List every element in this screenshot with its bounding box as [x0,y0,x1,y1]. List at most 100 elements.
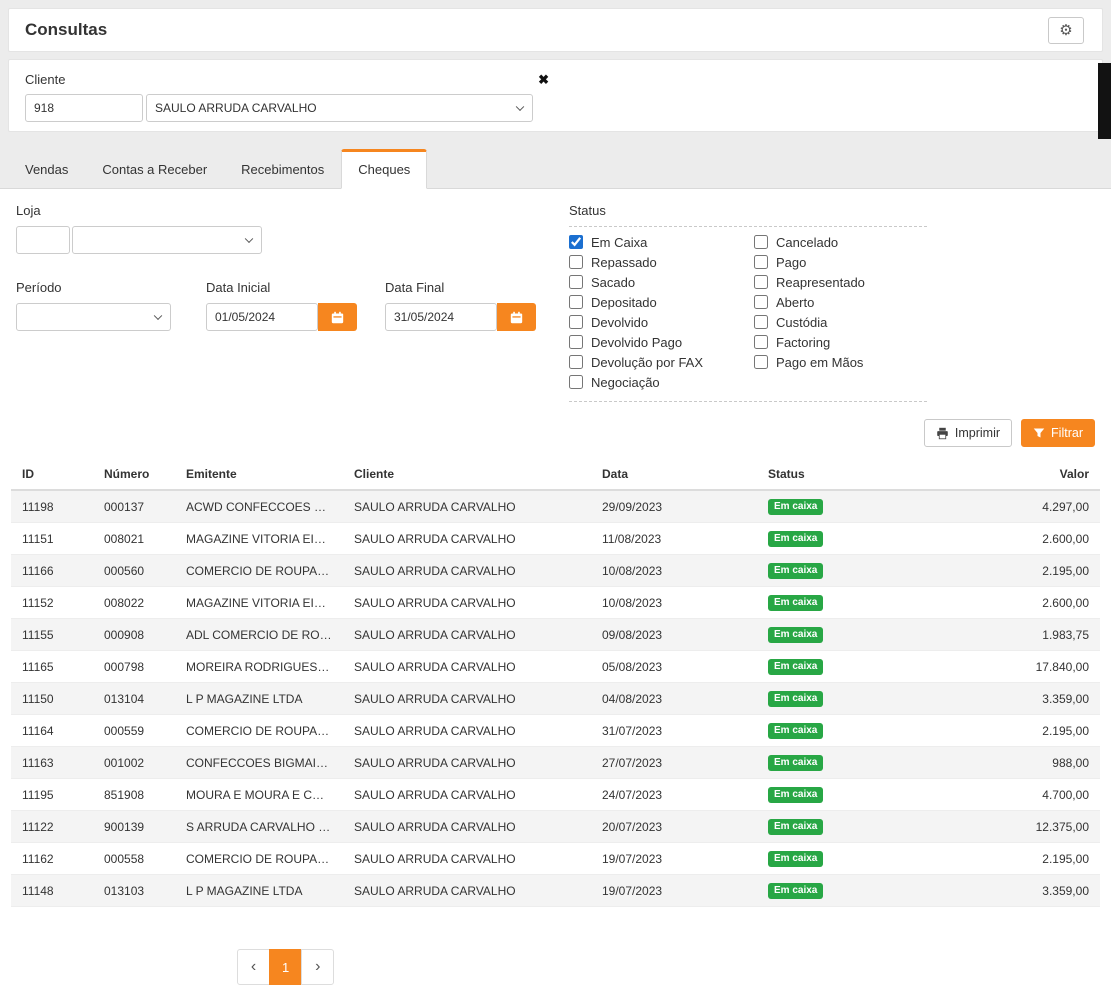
column-header-status: Status [757,459,917,490]
status-option[interactable]: Devolvido [569,315,754,329]
status-checkbox[interactable] [754,335,768,349]
tab-bar: Vendas Contas a Receber Recebimentos Che… [0,149,1111,189]
status-option[interactable]: Factoring [754,335,865,349]
status-checkbox[interactable] [569,255,583,269]
filtrar-button[interactable]: Filtrar [1021,419,1095,447]
status-option[interactable]: Cancelado [754,235,865,249]
settings-button[interactable]: ⚙ [1048,17,1084,44]
status-option[interactable]: Sacado [569,275,754,289]
tab-contas-a-receber[interactable]: Contas a Receber [85,149,224,189]
cell-id: 11164 [11,715,93,747]
cell-cliente: SAULO ARRUDA CARVALHO [343,747,591,779]
table-row[interactable]: 11148 013103 L P MAGAZINE LTDA SAULO ARR… [11,875,1100,907]
status-option[interactable]: Em Caixa [569,235,754,249]
status-checkbox[interactable] [569,375,583,389]
status-option[interactable]: Repassado [569,255,754,269]
actions-bar: Imprimir Filtrar [0,402,1111,459]
periodo-group: Período [16,280,171,331]
status-checkbox[interactable] [754,255,768,269]
table-row[interactable]: 11198 000137 ACWD CONFECCOES COMER… SAUL… [11,490,1100,523]
page-1-button[interactable]: 1 [269,949,302,985]
table-row[interactable]: 11195 851908 MOURA E MOURA E COM VAR… SA… [11,779,1100,811]
page-title: Consultas [25,20,107,40]
cell-valor: 4.297,00 [917,490,1100,523]
status-option-label: Sacado [591,275,635,290]
loja-label: Loja [16,203,569,218]
status-checkbox[interactable] [569,315,583,329]
cliente-select[interactable]: SAULO ARRUDA CARVALHO [146,94,533,122]
cell-numero: 000559 [93,715,175,747]
status-checkbox[interactable] [754,275,768,289]
cell-emitente: COMERCIO DE ROUPAS NOV… [175,715,343,747]
cell-data: 05/08/2023 [591,651,757,683]
table-row[interactable]: 11150 013104 L P MAGAZINE LTDA SAULO ARR… [11,683,1100,715]
cell-id: 11163 [11,747,93,779]
data-inicial-input[interactable] [206,303,318,331]
cell-numero: 000798 [93,651,175,683]
status-option[interactable]: Pago [754,255,865,269]
status-option-label: Aberto [776,295,814,310]
loja-code-input[interactable] [16,226,70,254]
cliente-label: Cliente [25,72,65,87]
data-inicial-calendar-button[interactable] [318,303,357,331]
status-option[interactable]: Depositado [569,295,754,309]
table-row[interactable]: 11164 000559 COMERCIO DE ROUPAS NOV… SAU… [11,715,1100,747]
status-checkbox[interactable] [569,235,583,249]
table-row[interactable]: 11163 001002 CONFECCOES BIGMAIS COM… SAU… [11,747,1100,779]
imprimir-button[interactable]: Imprimir [924,419,1012,447]
status-checkbox[interactable] [754,355,768,369]
cell-status: Em caixa [757,715,917,747]
cell-emitente: ACWD CONFECCOES COMER… [175,490,343,523]
status-badge: Em caixa [768,499,823,515]
cell-numero: 008021 [93,523,175,555]
status-option[interactable]: Devolução por FAX [569,355,754,369]
table-row[interactable]: 11162 000558 COMERCIO DE ROUPAS NOV… SAU… [11,843,1100,875]
table-row[interactable]: 11122 900139 S ARRUDA CARVALHO ME SAULO … [11,811,1100,843]
cell-numero: 000908 [93,619,175,651]
table-row[interactable]: 11166 000560 COMERCIO DE ROUPAS NOV… SAU… [11,555,1100,587]
status-option[interactable]: Devolvido Pago [569,335,754,349]
status-option[interactable]: Custódia [754,315,865,329]
tab-cheques[interactable]: Cheques [341,149,427,189]
cliente-code-input[interactable] [25,94,143,122]
cell-emitente: MOURA E MOURA E COM VAR… [175,779,343,811]
status-checkbox[interactable] [569,355,583,369]
status-checkbox[interactable] [569,295,583,309]
status-badge: Em caixa [768,723,823,739]
status-checkbox[interactable] [569,335,583,349]
tab-vendas[interactable]: Vendas [8,149,85,189]
status-option-label: Negociação [591,375,660,390]
column-header-cliente: Cliente [343,459,591,490]
cell-id: 11122 [11,811,93,843]
status-checkbox[interactable] [754,295,768,309]
cell-numero: 000137 [93,490,175,523]
cell-id: 11166 [11,555,93,587]
status-checkbox[interactable] [754,235,768,249]
status-badge: Em caixa [768,787,823,803]
cell-status: Em caixa [757,619,917,651]
status-option[interactable]: Aberto [754,295,865,309]
cell-numero: 851908 [93,779,175,811]
status-option[interactable]: Reapresentado [754,275,865,289]
loja-select[interactable] [72,226,262,254]
status-checkbox[interactable] [754,315,768,329]
data-final-input[interactable] [385,303,497,331]
cheques-table: ID Número Emitente Cliente Data Status V… [11,459,1100,907]
cell-cliente: SAULO ARRUDA CARVALHO [343,779,591,811]
data-final-calendar-button[interactable] [497,303,536,331]
clear-cliente-button[interactable]: ✖ [538,73,549,86]
table-row[interactable]: 11165 000798 MOREIRA RODRIGUES COME… SAU… [11,651,1100,683]
calendar-icon [331,311,344,324]
table-row[interactable]: 11155 000908 ADL COMERCIO DE ROUPAS … SA… [11,619,1100,651]
table-row[interactable]: 11152 008022 MAGAZINE VITORIA EIRELI ME … [11,587,1100,619]
status-checkbox[interactable] [569,275,583,289]
status-option-label: Em Caixa [591,235,647,250]
table-row[interactable]: 11151 008021 MAGAZINE VITORIA EIRELI ME … [11,523,1100,555]
tab-recebimentos[interactable]: Recebimentos [224,149,341,189]
status-option-label: Pago em Mãos [776,355,863,370]
next-page-button[interactable]: › [301,949,334,985]
periodo-select[interactable] [16,303,171,331]
status-option[interactable]: Pago em Mãos [754,355,865,369]
status-option[interactable]: Negociação [569,375,754,389]
prev-page-button[interactable]: ‹ [237,949,270,985]
